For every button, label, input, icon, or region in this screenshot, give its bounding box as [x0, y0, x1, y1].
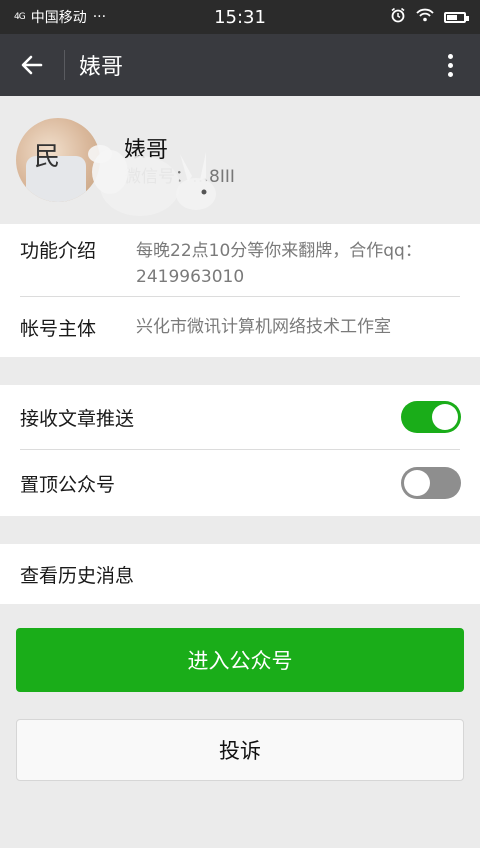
pin-row: 置顶公众号: [0, 450, 480, 516]
more-vertical-icon: [447, 53, 453, 77]
alarm-icon: [390, 7, 406, 27]
info-section: 功能介绍 每晚22点10分等你来翻牌，合作qq：2419963010 帐号主体 …: [0, 224, 480, 357]
wifi-icon: [416, 8, 434, 26]
toggle-knob: [404, 470, 430, 496]
battery-icon: [444, 11, 469, 23]
enter-account-button[interactable]: 进入公众号: [16, 628, 464, 692]
page-title: 婊哥: [79, 55, 124, 80]
history-label: 查看历史消息: [20, 564, 135, 587]
avatar[interactable]: 民: [16, 118, 100, 202]
owner-row[interactable]: 帐号主体 兴化市微讯计算机网络技术工作室: [0, 297, 480, 357]
push-toggle[interactable]: [401, 401, 461, 433]
pin-toggle[interactable]: [401, 467, 461, 499]
status-bar: 4G 中国移动 ··· 15:31: [0, 0, 480, 34]
pin-label: 置顶公众号: [20, 473, 116, 496]
history-section: 查看历史消息: [0, 544, 480, 604]
status-left: 4G 中国移动 ···: [14, 7, 106, 27]
settings-section: 接收文章推送 置顶公众号: [0, 385, 480, 516]
status-right: [390, 7, 469, 27]
carrier-name: 中国移动: [30, 10, 87, 26]
arrow-left-icon: [21, 55, 43, 75]
account-name: 婊哥: [124, 138, 169, 163]
more-button[interactable]: [428, 34, 472, 96]
wechat-id: 微信号：…8III: [124, 167, 235, 187]
profile-header: 民 婊哥 微信号：…8III: [0, 96, 480, 224]
intro-value: 每晚22点10分等你来翻牌，合作qq：2419963010: [136, 241, 422, 287]
signal-indicator: 4G: [14, 12, 26, 22]
toggle-knob: [432, 404, 458, 430]
intro-row: 功能介绍 每晚22点10分等你来翻牌，合作qq：2419963010: [0, 238, 480, 296]
push-label: 接收文章推送: [20, 407, 135, 430]
push-row: 接收文章推送: [0, 385, 480, 449]
report-button[interactable]: 投诉: [16, 719, 464, 781]
back-button[interactable]: [0, 34, 64, 96]
notification-dots: ···: [92, 9, 107, 25]
intro-label: 功能介绍: [20, 240, 97, 262]
owner-label: 帐号主体: [20, 317, 97, 340]
avatar-text: 民: [34, 142, 61, 172]
history-row[interactable]: 查看历史消息: [0, 544, 480, 604]
app-bar: 婊哥: [0, 34, 480, 96]
owner-value: 兴化市微讯计算机网络技术工作室: [136, 317, 391, 337]
